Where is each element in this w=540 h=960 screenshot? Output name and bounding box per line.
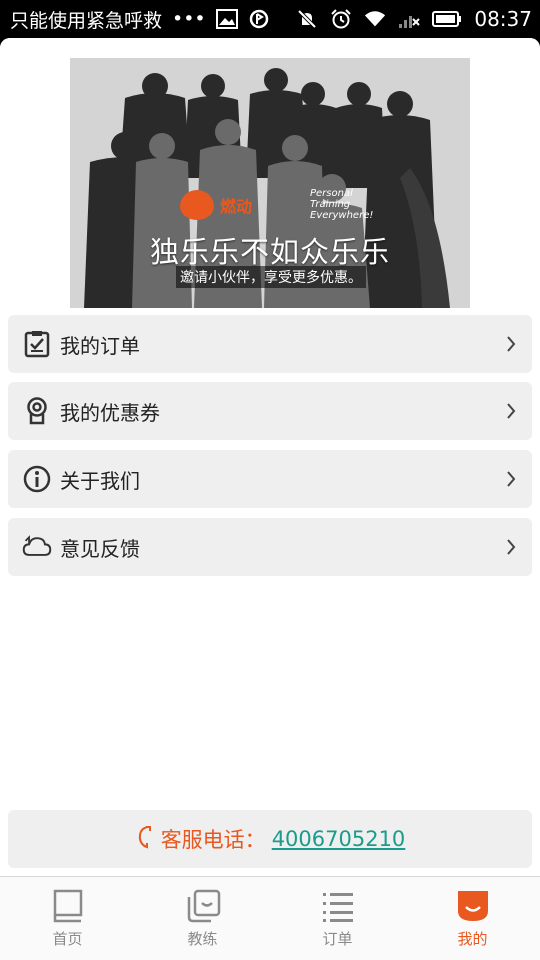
tab-home[interactable]: 首页: [0, 877, 135, 960]
alarm-icon: [330, 8, 352, 30]
phone-icon: [135, 825, 155, 853]
menu-item-label: 我的优惠券: [60, 400, 160, 425]
signal-icon: [398, 8, 421, 30]
customer-service-bar[interactable]: 客服电话： 4006705210: [8, 810, 532, 868]
banner-title: 独乐乐不如众乐乐: [149, 235, 390, 269]
clock-time: 08:37: [474, 7, 532, 31]
chevron-right-icon: [504, 334, 518, 354]
tab-label: 首页: [52, 930, 83, 948]
bottom-tab-bar: 首页 教练 订单 我的: [0, 876, 540, 960]
service-phone-link[interactable]: 4006705210: [272, 827, 406, 851]
menu-item-orders[interactable]: 我的订单: [8, 315, 532, 373]
brand-tagline: Personal Training Everywhere!: [310, 188, 374, 221]
home-book-icon: [50, 888, 86, 924]
tab-label: 教练: [187, 930, 218, 948]
sync-icon: [248, 8, 270, 30]
status-bar: 只能使用紧急呼救 ••• 08:37: [0, 0, 540, 38]
profile-smile-icon: [455, 888, 491, 924]
more-notifications-dots: •••: [172, 8, 206, 30]
service-label: 客服电话：: [160, 828, 266, 852]
tab-mine[interactable]: 我的: [405, 877, 540, 960]
wifi-icon: [364, 8, 386, 30]
promo-banner[interactable]: 燃动 Personal Training Everywhere! 独乐乐不如众乐…: [70, 58, 470, 308]
menu-item-coupons[interactable]: 我的优惠券: [8, 382, 532, 440]
brand-logo: 燃动: [180, 190, 252, 220]
battery-icon: [432, 8, 462, 30]
app-screen: 燃动 Personal Training Everywhere! 独乐乐不如众乐…: [0, 38, 540, 960]
brand-name: 燃动: [220, 197, 253, 216]
coupon-badge-icon: [22, 396, 52, 426]
tab-coach[interactable]: 教练: [135, 877, 270, 960]
tab-label: 我的: [457, 930, 488, 948]
menu-item-label: 我的订单: [60, 333, 140, 358]
chevron-right-icon: [504, 401, 518, 421]
menu-item-feedback[interactable]: 意见反馈: [8, 518, 532, 576]
list-icon: [320, 888, 356, 924]
menu-item-label: 关于我们: [60, 468, 140, 493]
gallery-icon: [215, 8, 238, 30]
banner-subtitle: 邀请小伙伴，享受更多优惠。: [176, 266, 366, 288]
chevron-right-icon: [504, 469, 518, 489]
coach-cards-icon: [185, 888, 221, 924]
brand-blob-icon: [180, 190, 214, 220]
menu-item-about[interactable]: 关于我们: [8, 450, 532, 508]
order-check-icon: [22, 329, 52, 359]
tab-label: 订单: [322, 930, 353, 948]
chevron-right-icon: [504, 537, 518, 557]
emergency-only-text: 只能使用紧急呼救: [10, 9, 163, 32]
tab-orders[interactable]: 订单: [270, 877, 405, 960]
info-icon: [22, 464, 52, 494]
menu-item-label: 意见反馈: [60, 536, 140, 561]
feedback-cloud-icon: [22, 532, 52, 562]
mute-icon: [296, 8, 318, 30]
